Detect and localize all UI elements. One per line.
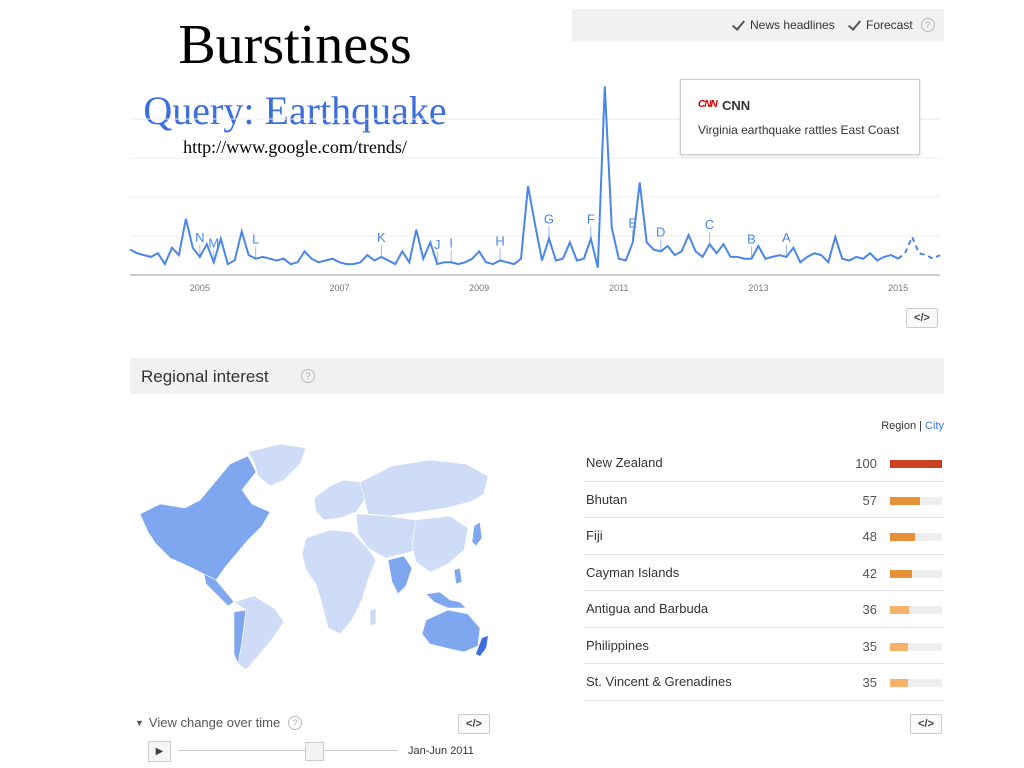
time-slider-thumb[interactable] [304,742,324,761]
region-value: 36 [862,602,877,617]
x-tick-label: 2015 [888,283,908,293]
region-bar [890,460,942,468]
time-slider-track[interactable] [178,750,398,751]
region-value: 57 [862,492,877,508]
x-tick-label: 2013 [748,283,768,293]
news-source: CNN [722,98,751,113]
help-icon[interactable]: ? [301,369,315,383]
region-bar-track [890,496,942,505]
news-marker-n[interactable]: N [195,230,204,245]
region-bar-track [890,460,942,468]
region-bar [890,606,909,614]
play-button[interactable]: ▶ [148,741,171,762]
region-row[interactable]: Fiji 48 [584,518,944,555]
region-bar [890,569,912,578]
region-bar-track [890,569,942,578]
news-marker-k[interactable]: K [377,230,386,245]
news-marker-i[interactable]: I [449,235,453,250]
x-tick-label: 2009 [469,283,489,293]
region-bar [890,533,915,541]
checkmark-icon[interactable] [848,19,860,31]
region-bar [890,679,909,687]
regional-interest-title: Regional interest [141,367,269,386]
region-name[interactable]: Fiji [586,528,603,543]
checkmark-icon[interactable] [732,19,744,31]
region-value: 35 [862,638,877,654]
region-tab[interactable]: Region [881,420,916,432]
region-name[interactable]: St. Vincent & Grenadines [586,674,732,689]
world-map[interactable] [130,442,500,674]
forecast-option[interactable]: Forecast ? [848,9,935,41]
region-name[interactable]: Antigua and Barbuda [586,601,708,616]
region-name[interactable]: Cayman Islands [586,565,679,580]
news-headline-text[interactable]: Virginia earthquake rattles East Coast [698,123,899,137]
help-icon[interactable]: ? [288,715,303,730]
toggle-separator: | [919,420,922,432]
news-marker-h[interactable]: H [495,233,504,248]
city-tab[interactable]: City [925,420,944,432]
region-bar-track [890,533,942,541]
region-bar-track [890,679,942,687]
embed-table-button[interactable]: </> [910,714,942,734]
news-marker-d[interactable]: D [656,224,665,239]
region-value: 100 [855,456,877,471]
region-row[interactable]: Philippines 35 [584,628,944,664]
x-tick-label: 2007 [329,283,349,293]
news-marker-c[interactable]: C [705,217,714,232]
view-change-label: View change over time [148,715,281,730]
news-headlines-label: News headlines [750,18,835,32]
x-tick-label: 2005 [190,283,210,293]
embed-chart-button[interactable]: </> [906,308,938,328]
news-marker-b[interactable]: B [747,232,756,247]
forecast-line-series [897,234,941,260]
news-marker-f[interactable]: F [587,212,595,227]
news-marker-a[interactable]: A [782,230,791,245]
x-tick-label: 2011 [609,283,628,293]
region-bar [890,496,920,505]
news-marker-l[interactable]: L [252,232,259,247]
region-row[interactable]: St. Vincent & Grenadines 35 [584,664,944,701]
news-marker-j[interactable]: J [434,237,441,252]
chart-options-bar: News headlines Forecast ? [572,9,944,41]
region-row[interactable]: Bhutan 57 [584,482,944,518]
region-city-toggle: Region | City [850,420,944,432]
region-bar-track [890,642,942,651]
regional-interest-header: Regional interest ? [130,358,944,394]
forecast-label: Forecast [866,18,913,32]
region-row[interactable]: Antigua and Barbuda 36 [584,591,944,628]
region-row[interactable]: New Zealand 100 [584,445,944,482]
regional-interest-table: New Zealand 100 Bhutan 57 Fiji 48 Cayman Islan… [584,445,944,701]
region-bar [890,642,909,651]
region-value: 42 [862,565,877,581]
cnn-logo-icon: CNN [698,99,718,110]
region-name[interactable]: Philippines [586,638,649,653]
region-row[interactable]: Cayman Islands 42 [584,555,944,591]
embed-map-button[interactable]: </> [458,714,490,734]
news-marker-g[interactable]: G [544,212,554,227]
region-name[interactable]: Bhutan [586,492,627,507]
help-icon[interactable]: ? [920,18,935,32]
region-value: 48 [862,529,877,544]
view-change-over-time-toggle[interactable]: ▼ View change over time ? [135,715,303,730]
news-headlines-option[interactable]: News headlines [732,9,835,41]
triangle-down-icon: ▼ [135,717,144,728]
news-headline-card[interactable]: CNN CNN Virginia earthquake rattles East… [680,79,920,155]
region-value: 35 [862,675,877,690]
time-range-label: Jan-Jun 2011 [408,745,474,757]
region-name[interactable]: New Zealand [586,455,663,470]
region-bar-track [890,606,942,614]
